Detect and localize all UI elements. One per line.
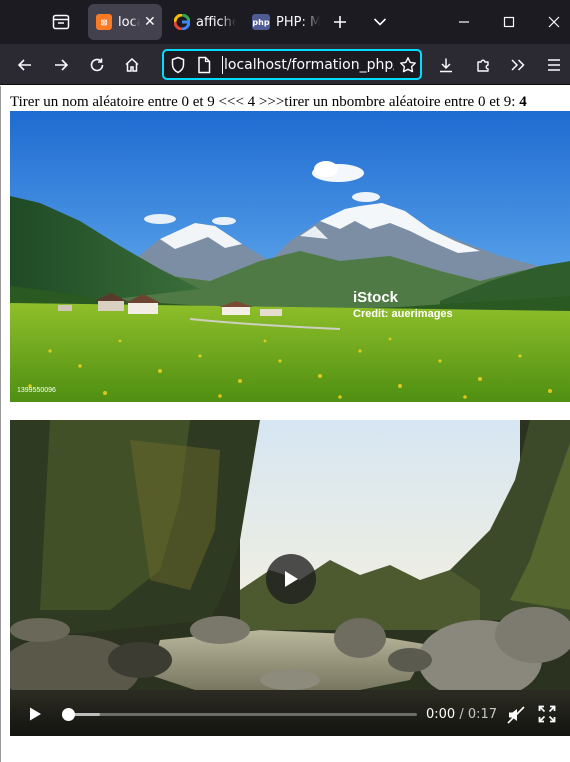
tab-php[interactable]: php PHP: M [244, 4, 324, 40]
image-credit: Credit: auerimages [353, 308, 453, 320]
close-window-icon[interactable] [544, 12, 564, 32]
fullscreen-button[interactable] [538, 705, 556, 723]
back-icon[interactable] [12, 52, 38, 78]
tab-strip: ⊠ localhost ✕ affiche php PHP: M [0, 0, 570, 44]
maximize-icon[interactable] [499, 12, 519, 32]
mute-button[interactable] [506, 705, 526, 725]
video-player[interactable]: 0:00 / 0:17 [10, 420, 570, 736]
random-number-result: 4 [519, 94, 527, 110]
text-cursor [222, 56, 223, 74]
time-separator: / [459, 707, 464, 722]
tab-label: affiche [196, 14, 236, 30]
address-bar[interactable]: localhost/formation_php/03 [162, 49, 422, 80]
forward-icon[interactable] [48, 52, 74, 78]
more-tools-chevrons-icon[interactable] [505, 52, 531, 78]
tab-label: PHP: M [276, 14, 320, 30]
php-icon: php [252, 14, 270, 30]
landscape-image: iStock Credit: auerimages 1399550096 [10, 111, 570, 402]
home-icon[interactable] [119, 52, 145, 78]
play-icon [285, 571, 298, 587]
muted-speaker-icon [507, 706, 525, 724]
bookmark-star-icon[interactable] [399, 56, 417, 78]
minimize-icon[interactable] [454, 12, 474, 32]
app-menu-hamburger-icon[interactable] [541, 52, 567, 78]
duration: 0:17 [467, 707, 498, 722]
google-icon [174, 14, 190, 30]
random-number-text: Tirer un nom aléatoire entre 0 et 9 <<< … [10, 94, 527, 111]
firefox-view-icon[interactable] [50, 12, 72, 32]
navigation-toolbar: localhost/formation_php/03 [0, 44, 570, 85]
video-scrubber[interactable] [62, 708, 417, 721]
url-text[interactable]: localhost/formation_php/03 [224, 57, 394, 73]
image-id: 1399550096 [17, 387, 56, 394]
istock-watermark: iStock [353, 289, 399, 306]
big-play-button[interactable] [266, 554, 316, 604]
fullscreen-icon [538, 705, 556, 723]
tab-close-icon[interactable]: ✕ [144, 14, 156, 30]
play-icon [30, 707, 41, 721]
xampp-icon: ⊠ [96, 14, 112, 30]
tab-label: localhost [118, 14, 140, 30]
current-time: 0:00 [426, 707, 456, 722]
new-tab-icon[interactable] [330, 12, 350, 32]
play-pause-button[interactable] [27, 706, 43, 722]
tracking-protection-shield-icon[interactable] [170, 56, 186, 78]
tab-affiche[interactable]: affiche [166, 4, 240, 40]
video-controls-bar: 0:00 / 0:17 [10, 694, 570, 736]
scrubber-thumb[interactable] [62, 708, 75, 721]
random-number-sentence: Tirer un nom aléatoire entre 0 et 9 <<< … [10, 94, 520, 110]
downloads-icon[interactable] [433, 52, 459, 78]
list-all-tabs-icon[interactable] [370, 12, 390, 32]
tab-localhost[interactable]: ⊠ localhost ✕ [88, 4, 162, 40]
page-info-icon[interactable] [197, 56, 211, 78]
video-time-display: 0:00 / 0:17 [426, 707, 497, 722]
reload-icon[interactable] [84, 52, 110, 78]
extensions-icon[interactable] [470, 52, 496, 78]
page-content: Tirer un nom aléatoire entre 0 et 9 <<< … [0, 86, 570, 762]
